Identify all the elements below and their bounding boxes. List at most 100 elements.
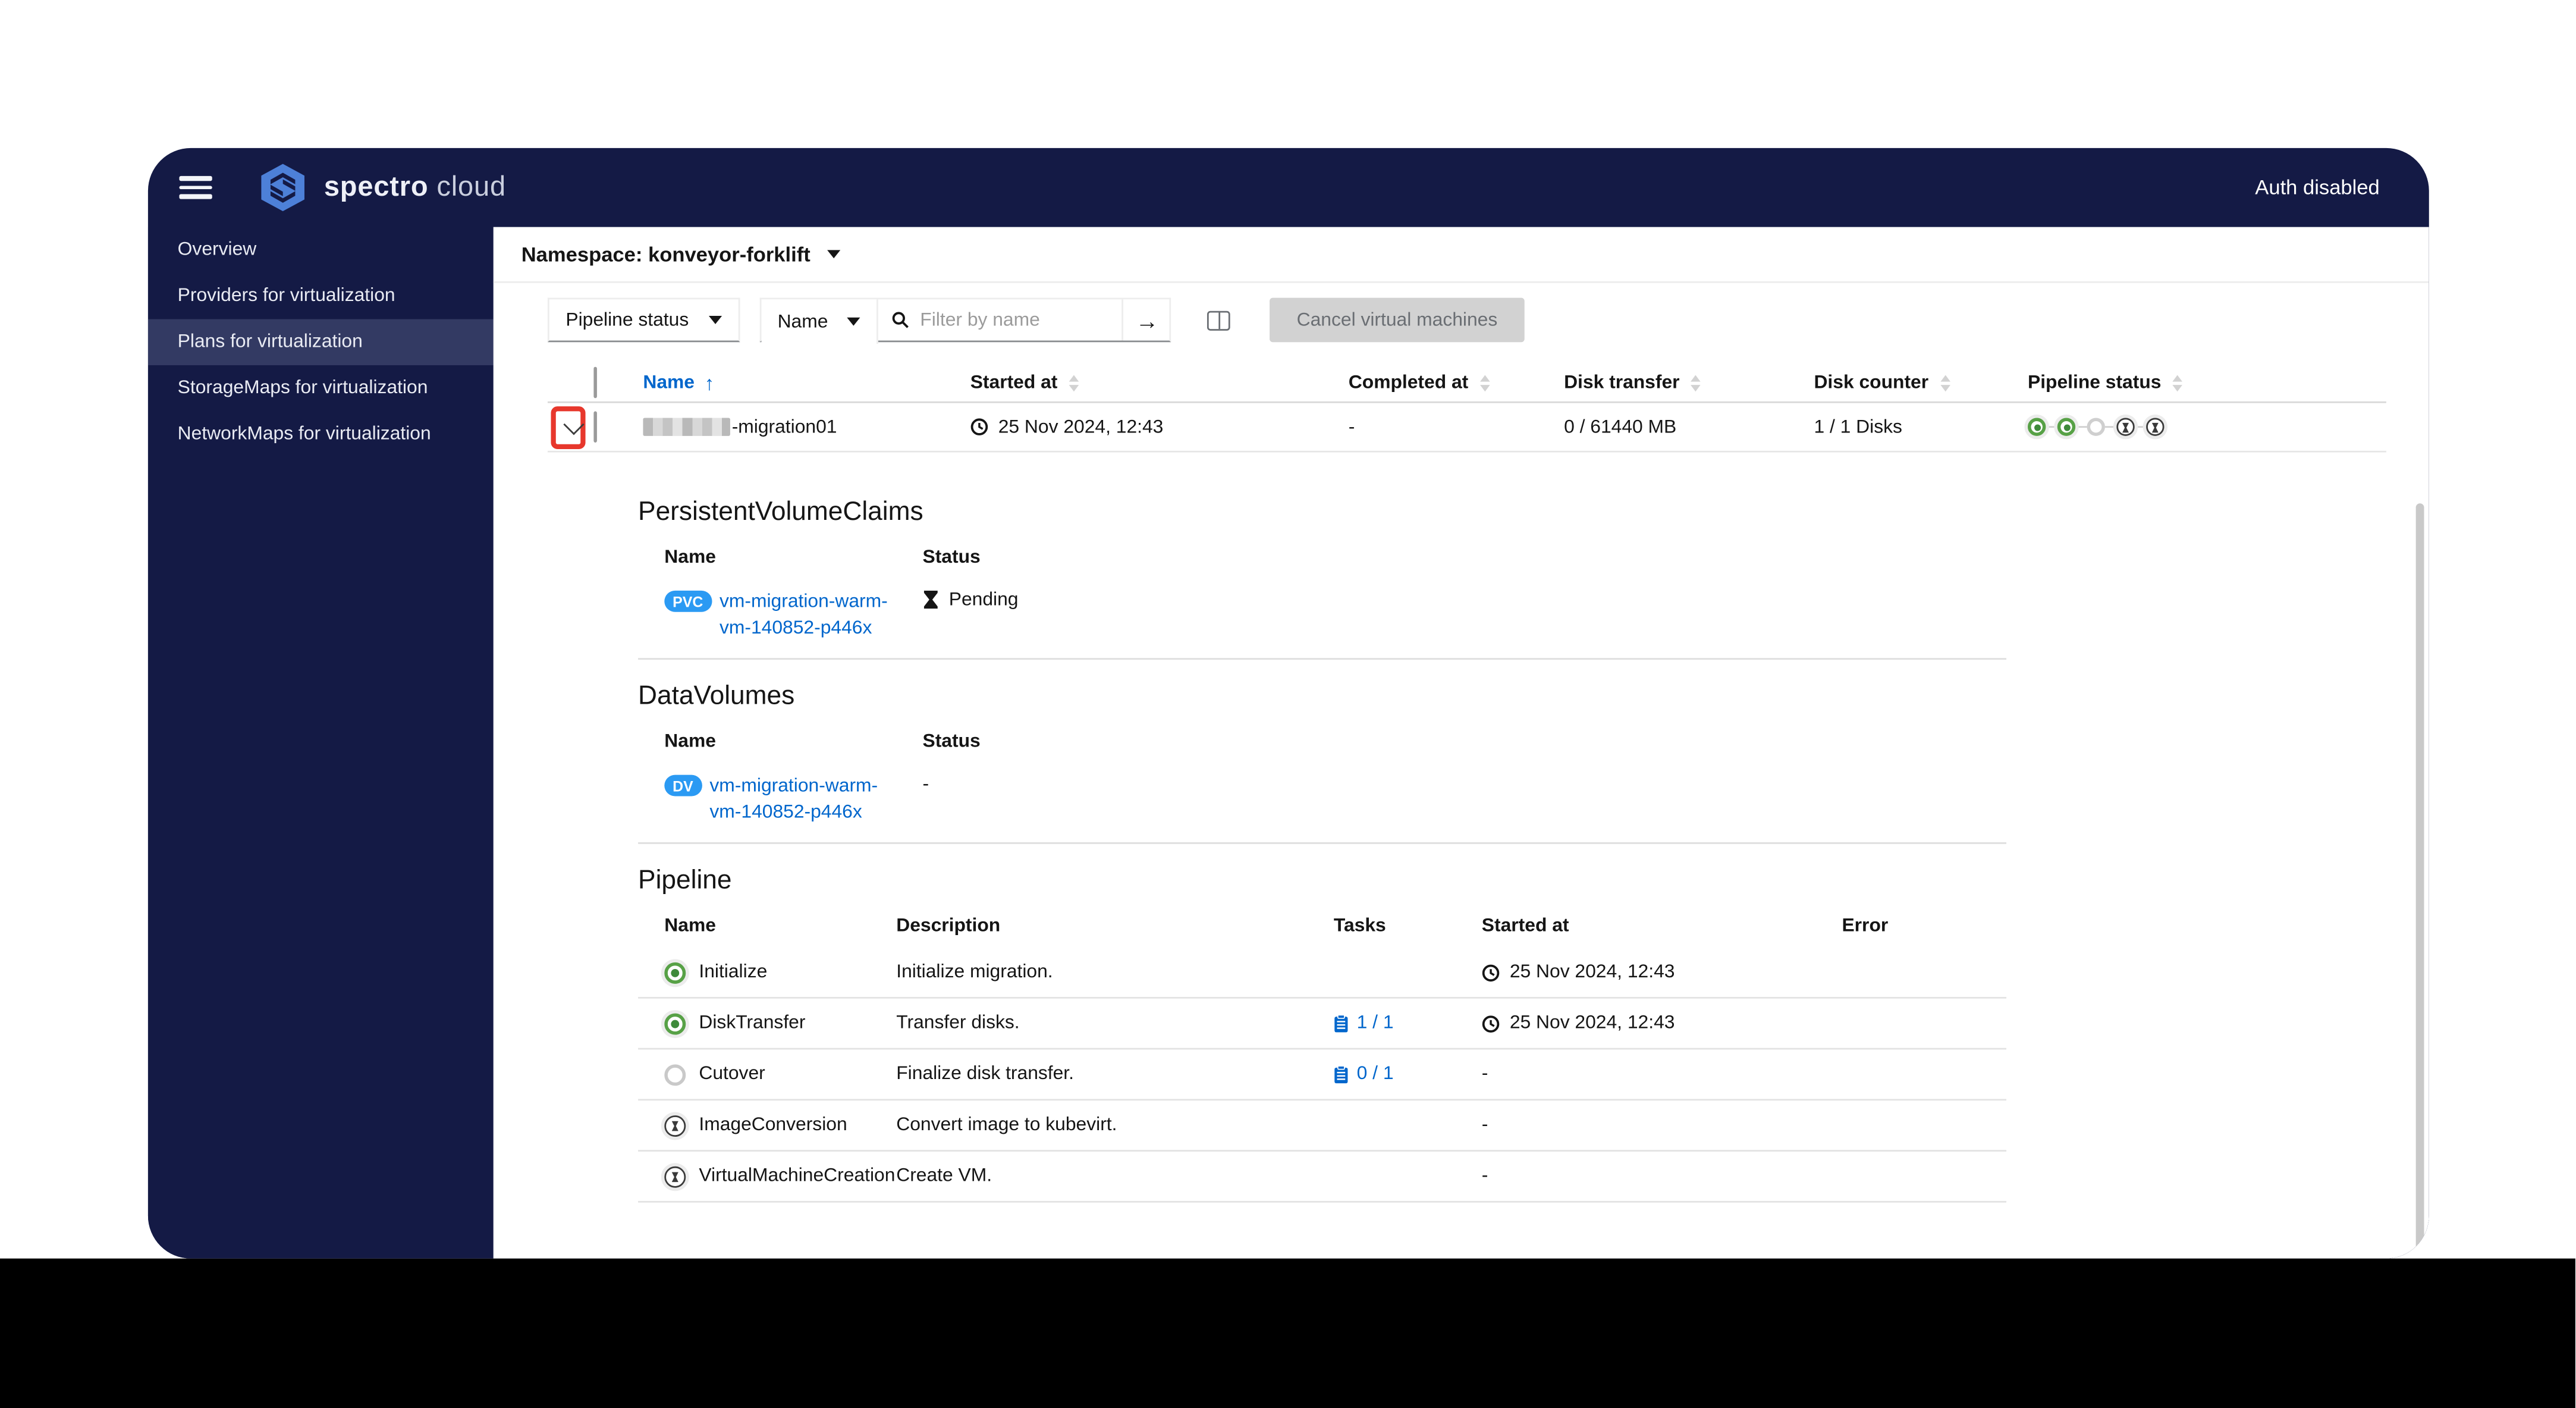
pvc-table: Name Status PVC vm-migration-warm-vm-1408… (638, 528, 2007, 660)
namespace-select-label[interactable]: Namespace: konveyor-forklift (522, 243, 811, 266)
name-filter-group: Name → (759, 297, 1172, 344)
completed-at-cell: - (1348, 417, 1355, 437)
page: spectro cloud Auth disabled Overview Pro… (0, 0, 2575, 1408)
clock-icon (1482, 964, 1500, 981)
pipeline-row-initialize: Initialize Initialize migration. 25 Nov … (638, 948, 2007, 999)
select-all-checkbox[interactable] (593, 366, 597, 399)
plans-table-header: Name ↑ Started at Completed at Disk tran… (547, 365, 2386, 403)
pipeline-status-filter-dropdown[interactable]: Pipeline status (547, 297, 740, 343)
tasks-link[interactable]: 0 / 1 (1334, 1064, 1482, 1084)
pipeline-step-done-icon (2057, 418, 2076, 436)
auth-status-label: Auth disabled (2255, 175, 2380, 199)
content-area: Namespace: konveyor-forklift Pipeline st… (493, 227, 2429, 1259)
started-at-cell: 25 Nov 2024, 12:43 (970, 417, 1349, 437)
pipeline-steps-indicator (2027, 418, 2165, 436)
sidebar-item-storagemaps[interactable]: StorageMaps for virtualization (148, 365, 494, 411)
dv-link[interactable]: vm-migration-warm-vm-140852-p446x (709, 775, 903, 826)
clock-icon (970, 418, 988, 435)
plan-table-row: -migration01 25 Nov 2024, 12:43 - 0 / 61… (547, 403, 2386, 453)
sidebar-item-networkmaps[interactable]: NetworkMaps for virtualization (148, 411, 494, 457)
vertical-scrollbar[interactable] (2415, 503, 2424, 1259)
step-done-icon (664, 1012, 686, 1034)
chevron-down-icon[interactable] (827, 250, 840, 259)
step-empty-icon (664, 1063, 686, 1085)
step-done-icon (664, 961, 686, 983)
search-icon (893, 312, 910, 328)
cancel-virtual-machines-button[interactable]: Cancel virtual machines (1270, 297, 1524, 343)
namespace-bar: Namespace: konveyor-forklift (493, 227, 2429, 283)
sort-icon (1479, 375, 1490, 391)
filter-toolbar: Pipeline status Name → (547, 297, 2429, 344)
pipeline-status-cell (2027, 418, 2386, 436)
sidebar-item-overview[interactable]: Overview (148, 227, 494, 273)
pvc-col-name: Name (664, 547, 716, 568)
column-header-disk-transfer[interactable]: Disk transfer (1564, 374, 1814, 393)
pipeline-row-cutover: Cutover Finalize disk transfer. 0 / 1 - (638, 1049, 2007, 1101)
attribute-filter-dropdown[interactable]: Name (761, 299, 879, 344)
plan-name-cell: -migration01 (643, 417, 970, 437)
brand-primary: spectro (323, 171, 429, 203)
step-waiting-icon (664, 1165, 686, 1187)
column-header-pipeline-status[interactable]: Pipeline status (2028, 374, 2386, 393)
pipeline-status-filter-label: Pipeline status (566, 310, 689, 330)
column-header-completed-at[interactable]: Completed at (1349, 374, 1564, 393)
disk-counter-cell: 1 / 1 Disks (1814, 417, 1902, 437)
sidebar-nav: Overview Providers for virtualization Pl… (147, 227, 494, 1259)
chevron-down-icon (847, 317, 861, 326)
pvc-badge: PVC (664, 590, 712, 612)
spectro-cloud-logo-icon (261, 164, 304, 212)
dv-col-status: Status (922, 732, 981, 752)
manage-columns-icon[interactable] (1208, 310, 1232, 330)
letterbox-bottom (0, 1258, 2575, 1408)
pipeline-step-done-icon (2027, 418, 2046, 436)
sort-icon (1691, 375, 1701, 391)
hamburger-menu-icon[interactable] (179, 175, 212, 199)
app-window: spectro cloud Auth disabled Overview Pro… (147, 148, 2429, 1259)
search-input[interactable] (920, 310, 1110, 330)
dv-col-name: Name (664, 732, 716, 752)
chevron-down-icon (708, 315, 722, 324)
tasks-icon (1334, 1014, 1348, 1032)
search-box (879, 299, 1122, 340)
expanded-plan-details: PersistentVolumeClaims Name Status PVC vm… (494, 453, 2429, 1203)
sort-icon (1069, 375, 1079, 391)
brand-text: spectro cloud (324, 171, 506, 204)
hourglass-icon (923, 590, 938, 609)
pipeline-row-imageconversion: ImageConversion Convert image to kubevir… (638, 1100, 2007, 1152)
pipeline-step-pending-icon (2146, 418, 2165, 436)
plans-table: Name ↑ Started at Completed at Disk tran… (547, 365, 2386, 453)
apply-filter-button[interactable]: → (1122, 299, 1170, 341)
pipeline-table: Name Description Tasks Started at Error … (638, 896, 2007, 1203)
disk-transfer-cell: 0 / 61440 MB (1564, 417, 1677, 437)
pvc-section-title: PersistentVolumeClaims (638, 498, 923, 526)
pipeline-step-current-icon (2087, 418, 2105, 436)
pipeline-row-virtualmachinecreation: VirtualMachineCreation Create VM. - (638, 1152, 2007, 1203)
tasks-link[interactable]: 1 / 1 (1334, 1014, 1482, 1033)
column-header-disk-counter[interactable]: Disk counter (1814, 374, 2028, 393)
column-header-started-at[interactable]: Started at (970, 374, 1349, 393)
step-waiting-icon (664, 1114, 686, 1136)
row-checkbox[interactable] (593, 410, 597, 442)
dv-section-title: DataVolumes (638, 682, 795, 711)
sidebar-item-providers[interactable]: Providers for virtualization (148, 273, 494, 319)
pipeline-row-disktransfer: DiskTransfer Transfer disks. 1 / 1 25 No… (638, 999, 2007, 1050)
pvc-col-status: Status (922, 547, 981, 568)
dv-table: Name Status DV vm-migration-warm-vm-14085… (638, 713, 2007, 844)
brand-secondary: cloud (436, 171, 506, 203)
pipeline-table-header: Name Description Tasks Started at Error (664, 916, 1889, 936)
clock-icon (1482, 1014, 1500, 1032)
column-header-name[interactable]: Name ↑ (643, 372, 970, 395)
sort-icon (1940, 375, 1950, 391)
pvc-link[interactable]: vm-migration-warm-vm-140852-p446x (720, 591, 913, 642)
sidebar-item-plans[interactable]: Plans for virtualization (147, 319, 494, 365)
sort-ascending-icon: ↑ (704, 372, 715, 395)
pipeline-section-title: Pipeline (638, 867, 732, 895)
pipeline-step-pending-icon (2116, 418, 2135, 436)
dv-status: - (922, 774, 929, 795)
pvc-status: Pending (923, 590, 1019, 642)
sort-icon (2172, 375, 2183, 391)
attribute-filter-label: Name (777, 312, 828, 332)
dv-badge: DV (664, 774, 702, 796)
dv-row: DV vm-migration-warm-vm-140852-p446x - (638, 763, 2007, 844)
pvc-row: PVC vm-migration-warm-vm-140852-p446x Pen… (638, 579, 2007, 660)
